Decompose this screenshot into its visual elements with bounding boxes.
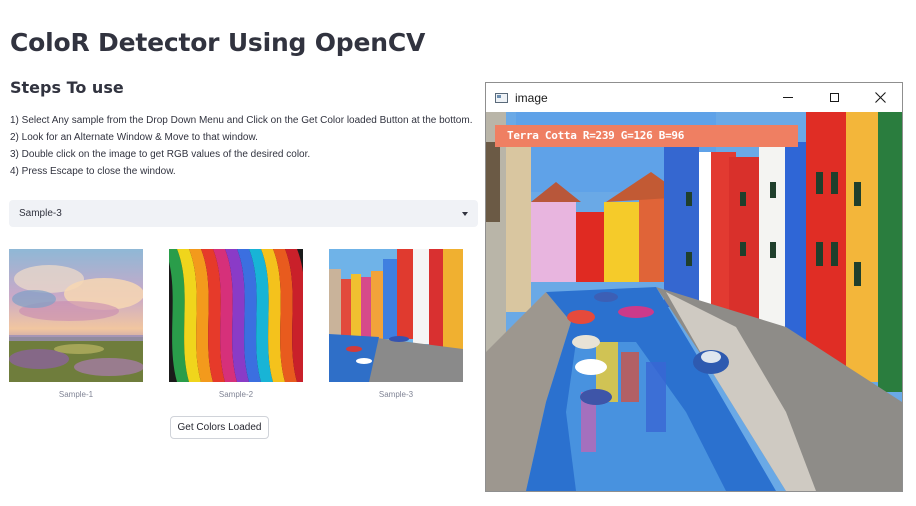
sample-select-value: Sample-3 [19, 208, 62, 219]
color-readout-banner: Terra Cotta R=239 G=126 B=96 [495, 125, 798, 147]
step-4: 4) Press Escape to close the window. [10, 166, 176, 177]
sample-3-caption: Sample-3 [378, 390, 414, 399]
image-canvas[interactable]: Terra Cotta R=239 G=126 B=96 [486, 112, 902, 491]
color-readout-text: Terra Cotta R=239 G=126 B=96 [507, 129, 685, 142]
sample-select[interactable]: Sample-3 [9, 200, 478, 227]
minimize-button[interactable] [765, 83, 811, 112]
window-app-icon [495, 92, 508, 103]
page-title: ColoR Detector Using OpenCV [10, 28, 426, 57]
steps-list: 1) Select Any sample from the Drop Down … [10, 112, 480, 180]
sample-1-caption: Sample-1 [58, 390, 94, 399]
steps-heading: Steps To use [10, 78, 124, 97]
window-titlebar[interactable]: image [486, 83, 902, 112]
sample-1-image [9, 249, 143, 382]
image-window[interactable]: image Terra Cotta R=239 G=126 B=96 [485, 82, 903, 492]
sample-2-caption: Sample-2 [218, 390, 254, 399]
maximize-icon [829, 93, 839, 102]
get-colors-loaded-button[interactable]: Get Colors Loaded [170, 416, 269, 439]
step-2: 2) Look for an Alternate Window & Move t… [10, 132, 258, 143]
window-title: image [515, 90, 548, 105]
step-3: 3) Double click on the image to get RGB … [10, 149, 311, 160]
step-1: 1) Select Any sample from the Drop Down … [10, 115, 473, 126]
canal-photo [486, 112, 902, 491]
sample-2-image [169, 249, 303, 382]
sample-3-image [329, 249, 463, 382]
close-icon [874, 92, 886, 103]
close-button[interactable] [857, 83, 903, 112]
maximize-button[interactable] [811, 83, 857, 112]
caret-down-icon [462, 211, 468, 216]
minimize-icon [783, 97, 793, 98]
